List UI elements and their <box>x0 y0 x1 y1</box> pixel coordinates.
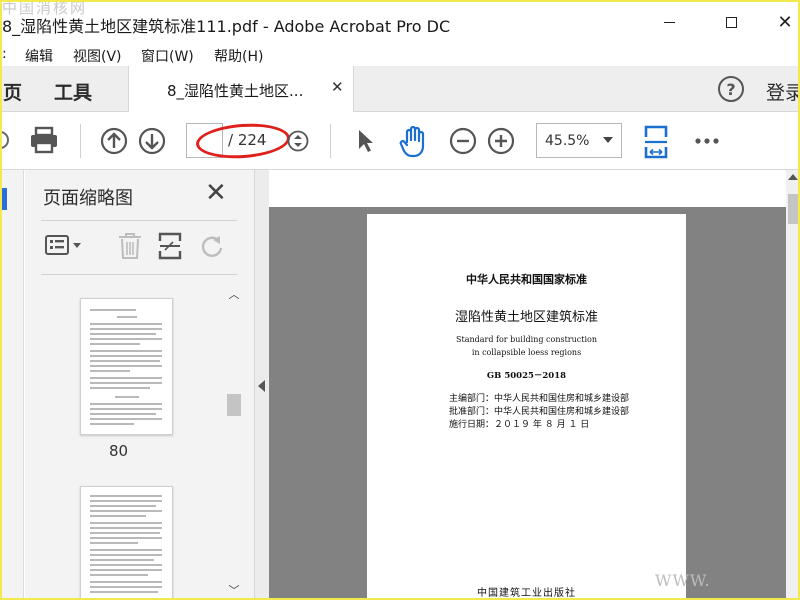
menu-item-view[interactable]: 视图(V) <box>73 46 122 66</box>
standard-title-cn: 湿陷性黄土地区建筑标准 <box>454 310 598 325</box>
more-options-icon[interactable] <box>693 130 721 152</box>
title-bar: 中国消核网 8_湿陷性黄土地区建筑标准111.pdf - Adobe Acrob… <box>0 0 800 44</box>
standard-title-en-2: in collapsible loess regions <box>471 348 582 357</box>
pdf-page: 中华人民共和国国家标准 湿陷性黄土地区建筑标准 Standard for bui… <box>367 214 686 600</box>
print-icon[interactable] <box>27 124 61 156</box>
zoom-in-icon[interactable] <box>486 126 516 156</box>
maximize-icon <box>725 16 737 28</box>
page-thumbnails-panel: 页面缩略图 ✕ 80 ︿ ﹀ <box>25 170 255 600</box>
zoom-out-icon[interactable] <box>448 126 478 156</box>
menu-item-help[interactable]: 帮助(H) <box>214 46 263 66</box>
approver: 批准部门：中华人民共和国住房和城乡建设部 <box>449 407 630 417</box>
watermark-bottom: WWW. <box>655 571 711 590</box>
scroll-up-icon[interactable]: ︿ <box>225 286 243 301</box>
thumbnail-page-number: 80 <box>109 442 129 460</box>
next-page-icon[interactable] <box>137 126 167 156</box>
active-panel-indicator <box>0 188 7 210</box>
delete-page-icon[interactable] <box>115 230 145 262</box>
menu-item-edit[interactable]: 编辑 <box>25 46 53 66</box>
help-icon[interactable]: ? <box>718 76 744 102</box>
toolbar: / 224 45.5% <box>0 112 800 170</box>
page-thumbnail[interactable] <box>80 486 173 600</box>
toolbar-separator <box>80 124 81 158</box>
tab-bar: 页 工具 8_湿陷性黄土地区... ✕ ? 登录 <box>0 66 800 112</box>
previous-page-icon[interactable] <box>99 126 129 156</box>
panel-close-icon[interactable]: ✕ <box>205 180 227 206</box>
navigation-rail <box>0 170 24 600</box>
menu-bar: : 编辑 视图(V) 窗口(W) 帮助(H) <box>0 44 800 66</box>
minimize-button[interactable] <box>646 0 692 44</box>
chief-editor: 主编部门：中华人民共和国住房和城乡建设部 <box>449 394 630 404</box>
menu-item-partial[interactable]: : <box>2 46 7 62</box>
fit-page-icon[interactable] <box>640 122 672 162</box>
window-title: 8_湿陷性黄土地区建筑标准111.pdf - Adobe Acrobat Pro… <box>2 17 451 36</box>
standard-code: GB 50025－2018 <box>486 371 567 381</box>
tab-home[interactable]: 页 <box>3 78 22 105</box>
page-thumbnail[interactable] <box>80 298 173 435</box>
minimize-icon <box>663 21 675 23</box>
chevron-down-icon <box>603 137 613 143</box>
close-window-button[interactable]: ✕ <box>770 0 800 44</box>
thumbnail-scrollbar[interactable]: ︿ ﹀ <box>225 286 243 597</box>
panel-divider <box>41 220 237 221</box>
effective-date: 施行日期：２０１９ 年 ８ 月 １ 日 <box>449 420 590 430</box>
hand-tool-icon[interactable] <box>396 123 432 159</box>
page-stepper-icon[interactable] <box>286 129 310 153</box>
tab-tools[interactable]: 工具 <box>54 78 92 105</box>
panel-title: 页面缩略图 <box>43 188 133 209</box>
scrollbar-thumb[interactable] <box>227 394 241 416</box>
zoom-value: 45.5% <box>545 133 590 149</box>
tab-document[interactable]: 8_湿陷性黄土地区... ✕ <box>128 66 354 112</box>
publisher: 中国建筑工业出版社 <box>477 588 576 599</box>
zoom-select[interactable]: 45.5% <box>536 123 622 158</box>
scroll-up-icon[interactable] <box>788 174 798 180</box>
toolbar-separator <box>330 124 331 158</box>
scroll-down-icon[interactable]: ﹀ <box>225 582 243 597</box>
collapse-arrow-icon[interactable] <box>258 380 265 392</box>
insert-page-icon[interactable] <box>155 230 185 262</box>
panel-collapse-strip[interactable] <box>255 170 269 600</box>
login-button[interactable]: 登录 <box>766 78 800 105</box>
document-top-margin <box>269 170 786 207</box>
standard-heading: 中华人民共和国国家标准 <box>466 273 587 286</box>
partial-toolbar-icon[interactable] <box>0 126 10 154</box>
document-view: 中华人民共和国国家标准 湿陷性黄土地区建筑标准 Standard for bui… <box>269 170 800 600</box>
maximize-button[interactable] <box>708 0 754 44</box>
rotate-page-icon[interactable] <box>197 230 227 262</box>
scrollbar-thumb[interactable] <box>788 194 798 224</box>
close-icon: ✕ <box>777 11 793 33</box>
document-scrollbar[interactable] <box>786 170 800 600</box>
tab-close-icon[interactable]: ✕ <box>331 78 344 96</box>
thumbnail-options-icon[interactable] <box>43 230 85 260</box>
panel-divider <box>41 274 237 275</box>
menu-item-window[interactable]: 窗口(W) <box>141 46 194 66</box>
tab-document-label: 8_湿陷性黄土地区... <box>167 82 304 100</box>
standard-title-en-1: Standard for building construction <box>456 335 597 344</box>
select-cursor-icon[interactable] <box>352 126 380 156</box>
